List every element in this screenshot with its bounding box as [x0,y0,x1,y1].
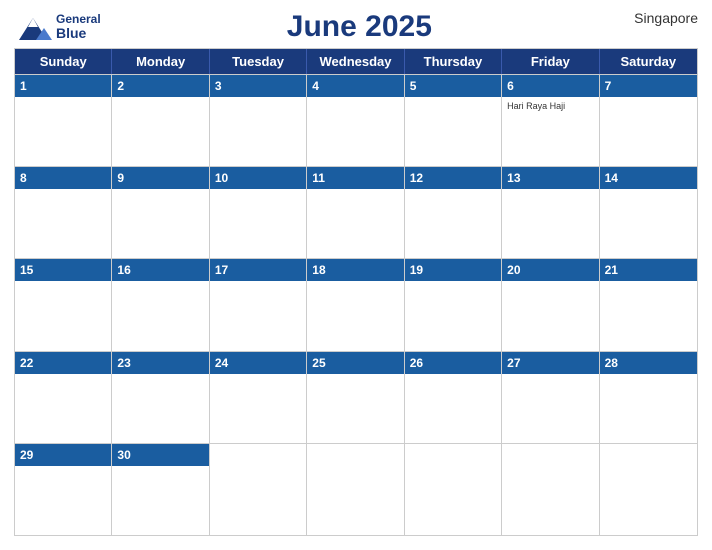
day-cell-w2-d2: 9 [112,167,209,258]
day-cell-w3-d1: 15 [15,259,112,350]
day-cell-w1-d4: 4 [307,75,404,166]
header-monday: Monday [112,49,209,74]
header-friday: Friday [502,49,599,74]
day-cell-w3-d7: 21 [600,259,697,350]
header-saturday: Saturday [600,49,697,74]
day-cell-w4-d7: 28 [600,352,697,443]
day-cell-w4-d3: 24 [210,352,307,443]
holiday-label: Hari Raya Haji [507,101,593,112]
day-cell-w3-d3: 17 [210,259,307,350]
header-tuesday: Tuesday [210,49,307,74]
month-title: June 2025 [101,10,618,44]
day-cell-w4-d1: 22 [15,352,112,443]
day-cell-w2-d1: 8 [15,167,112,258]
logo-blue-text: Blue [56,26,101,41]
logo-area: General Blue [14,10,101,44]
day-cell-w2-d5: 12 [405,167,502,258]
day-cell-w5-d6 [502,444,599,535]
week-row-1: 123456Hari Raya Haji7 [15,74,697,166]
day-cell-w3-d4: 18 [307,259,404,350]
day-cell-w1-d3: 3 [210,75,307,166]
day-cell-w5-d7 [600,444,697,535]
day-cell-w2-d4: 11 [307,167,404,258]
country-label: Singapore [618,10,698,26]
day-cell-w1-d1: 1 [15,75,112,166]
day-headers-row: Sunday Monday Tuesday Wednesday Thursday… [15,49,697,74]
day-cell-w5-d4 [307,444,404,535]
logo-icon [14,10,52,44]
header-row: General Blue June 2025 Singapore [14,10,698,44]
week-row-3: 15161718192021 [15,258,697,350]
day-cell-w2-d7: 14 [600,167,697,258]
day-cell-w3-d6: 20 [502,259,599,350]
day-cell-w4-d6: 27 [502,352,599,443]
day-cell-w5-d2: 30 [112,444,209,535]
day-cell-w1-d6: 6Hari Raya Haji [502,75,599,166]
day-cell-w1-d5: 5 [405,75,502,166]
day-cell-w5-d5 [405,444,502,535]
header-thursday: Thursday [405,49,502,74]
day-cell-w2-d6: 13 [502,167,599,258]
calendar-grid: Sunday Monday Tuesday Wednesday Thursday… [14,48,698,536]
week-row-2: 891011121314 [15,166,697,258]
day-cell-w4-d5: 26 [405,352,502,443]
week-row-4: 22232425262728 [15,351,697,443]
day-cell-w5-d1: 29 [15,444,112,535]
week-row-5: 2930 [15,443,697,535]
weeks-container: 123456Hari Raya Haji78910111213141516171… [15,74,697,535]
header-wednesday: Wednesday [307,49,404,74]
day-cell-w1-d7: 7 [600,75,697,166]
day-cell-w1-d2: 2 [112,75,209,166]
day-cell-w2-d3: 10 [210,167,307,258]
header-sunday: Sunday [15,49,112,74]
day-cell-w4-d4: 25 [307,352,404,443]
day-cell-w3-d5: 19 [405,259,502,350]
calendar-container: General Blue June 2025 Singapore Sunday … [0,0,712,550]
day-cell-w5-d3 [210,444,307,535]
day-cell-w4-d2: 23 [112,352,209,443]
logo-general-text: General [56,13,101,26]
day-cell-w3-d2: 16 [112,259,209,350]
